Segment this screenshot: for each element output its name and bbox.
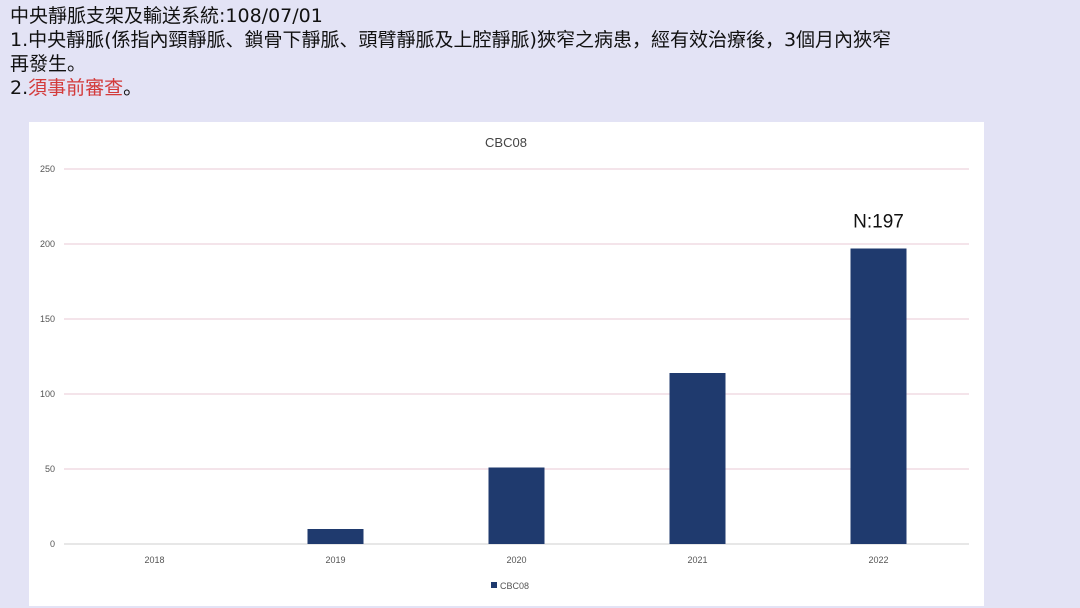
x-axis-ticks: 2018 2019 2020 2021 2022 (144, 555, 888, 565)
bar-2022 (850, 248, 907, 544)
slide-text: 中央靜脈支架及輸送系統:108/07/01 1.中央靜脈(係指內頸靜脈、鎖骨下靜… (10, 4, 1074, 100)
x-tick-label: 2022 (868, 555, 888, 565)
bar-chart: CBC08 050100150200250 2018 2019 2020 2021 20… (40, 135, 969, 591)
item2-line: 2.須事前審查。 (10, 76, 1074, 100)
item1-line2: 再發生。 (10, 53, 87, 75)
y-tick-label: 50 (45, 464, 55, 474)
item2-suffix: 。 (123, 77, 143, 99)
bar-2021 (669, 373, 726, 544)
item2-prefix: 2. (10, 77, 29, 99)
y-tick-label: 150 (40, 314, 55, 324)
chart-title: CBC08 (485, 135, 527, 150)
slide-heading: 中央靜脈支架及輸送系統:108/07/01 (10, 5, 323, 27)
chart-panel: CBC08 0 50 100 150 200 250 2018 2019 2020 2021 20… (29, 122, 984, 606)
bar-2020 (488, 467, 545, 544)
y-tick-label: 250 (40, 164, 55, 174)
legend-label: CBC08 (500, 581, 529, 591)
x-tick-label: 2020 (506, 555, 526, 565)
y-tick-label: 200 (40, 239, 55, 249)
x-tick-label: 2019 (325, 555, 345, 565)
item2-red-text: 須事前審查 (28, 77, 124, 99)
legend: CBC08 (491, 581, 529, 591)
y-tick-label: 0 (50, 539, 55, 549)
y-tick-label: 100 (40, 389, 55, 399)
legend-swatch (491, 582, 497, 588)
x-tick-label: 2021 (687, 555, 707, 565)
x-tick-label: 2018 (144, 555, 164, 565)
bar-2019 (307, 529, 364, 544)
bars-layer (307, 248, 907, 544)
y-axis-ticks: 0 50 100 150 200 250 (40, 164, 55, 549)
item1-line1: 1.中央靜脈(係指內頸靜脈、鎖骨下靜脈、頭臂靜脈及上腔靜脈)狹窄之病患，經有效治… (10, 29, 892, 51)
annotation-label: N:197 (853, 212, 904, 233)
